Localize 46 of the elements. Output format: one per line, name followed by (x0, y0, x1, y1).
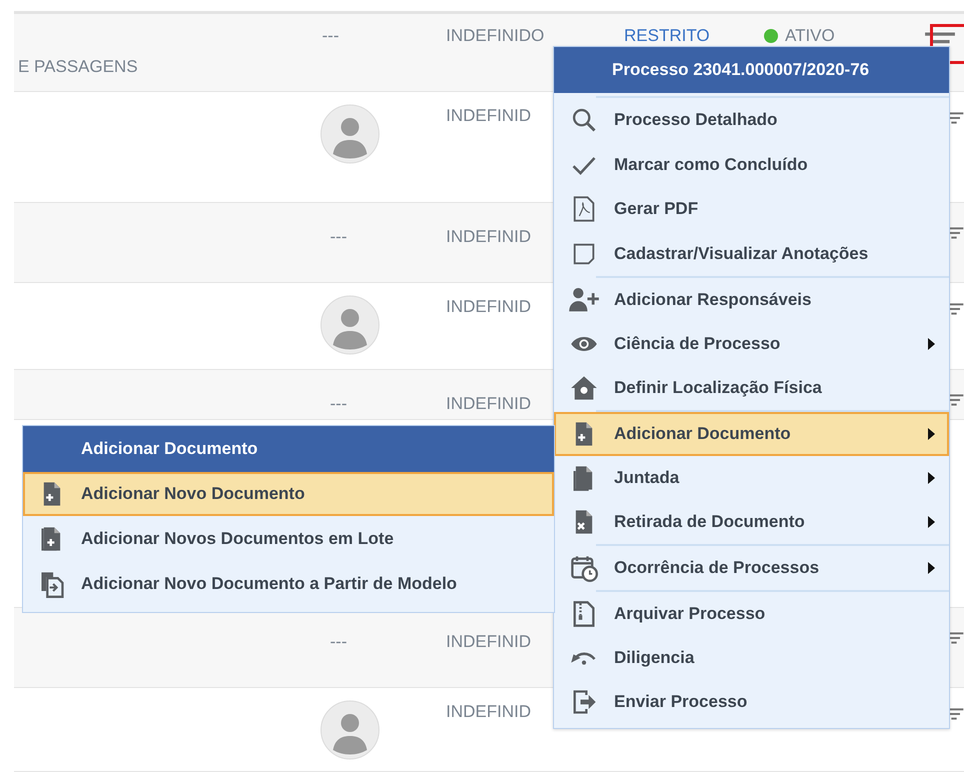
menu-item[interactable]: Arquivar Processo (554, 592, 949, 636)
submenu-item[interactable]: Adicionar Novo Documento (23, 472, 554, 516)
avatar-silhouette (320, 700, 380, 760)
menu-item[interactable]: Processo Detalhado (554, 98, 949, 142)
menu-item[interactable]: Adicionar Documento (554, 412, 949, 456)
menu-item[interactable]: Marcar como Concluído (554, 142, 949, 187)
reference-text: --- (330, 227, 347, 247)
undo-arrow-icon (570, 652, 598, 664)
menu-item[interactable]: Retirada de Documento (554, 500, 949, 544)
menu-item[interactable]: Gerar PDF (554, 187, 949, 232)
house-pin-icon (570, 374, 598, 402)
submenu-item[interactable]: Adicionar Novos Documentos em Lote (23, 516, 554, 561)
menu-item[interactable]: Definir Localização Física (554, 366, 949, 410)
process-subject: E PASSAGENS (18, 57, 138, 77)
menu-item[interactable]: Diligencia (554, 636, 949, 680)
menu-title: Processo 23041.000007/2020-76 (554, 47, 949, 93)
submenu-arrow-icon (927, 516, 935, 528)
status-text: INDEFINID (446, 297, 531, 317)
status-text: INDEFINID (446, 394, 531, 414)
reference-text: --- (322, 26, 339, 46)
reference-text: --- (330, 394, 347, 414)
menu-item[interactable]: Enviar Processo (554, 680, 949, 724)
menu-item[interactable]: Ciência de Processo (554, 322, 949, 366)
menu-item[interactable]: Adicionar Responsáveis (554, 278, 949, 322)
submenu-arrow-icon (927, 562, 935, 574)
submenu-arrow-icon (927, 428, 935, 440)
status-text: INDEFINID (446, 106, 531, 126)
search-icon (570, 106, 598, 134)
state-text: ATIVO (785, 26, 835, 46)
access-link[interactable]: RESTRITO (624, 26, 710, 46)
status-text: INDEFINID (446, 227, 531, 247)
avatar-silhouette (320, 104, 380, 164)
submenu-arrow-icon (927, 338, 935, 350)
calendar-clock-icon (570, 554, 598, 582)
menu-item[interactable]: Juntada (554, 456, 949, 500)
menu-item[interactable]: Ocorrência de Processos (554, 546, 949, 590)
submenu-title: Adicionar Documento (23, 426, 554, 472)
submenu-item[interactable]: Adicionar Novo Documento a Partir de Modelo (23, 561, 554, 606)
add-user-icon (568, 286, 600, 314)
submenu-arrow-icon (927, 472, 935, 484)
status-text: INDEFINID (446, 702, 531, 722)
reference-text: --- (330, 632, 347, 652)
status-text: INDEFINID (446, 632, 531, 652)
menu-item[interactable]: Cadastrar/Visualizar Anotações (554, 232, 949, 276)
status-text: INDEFINIDO (446, 26, 544, 46)
avatar-silhouette (320, 295, 380, 355)
